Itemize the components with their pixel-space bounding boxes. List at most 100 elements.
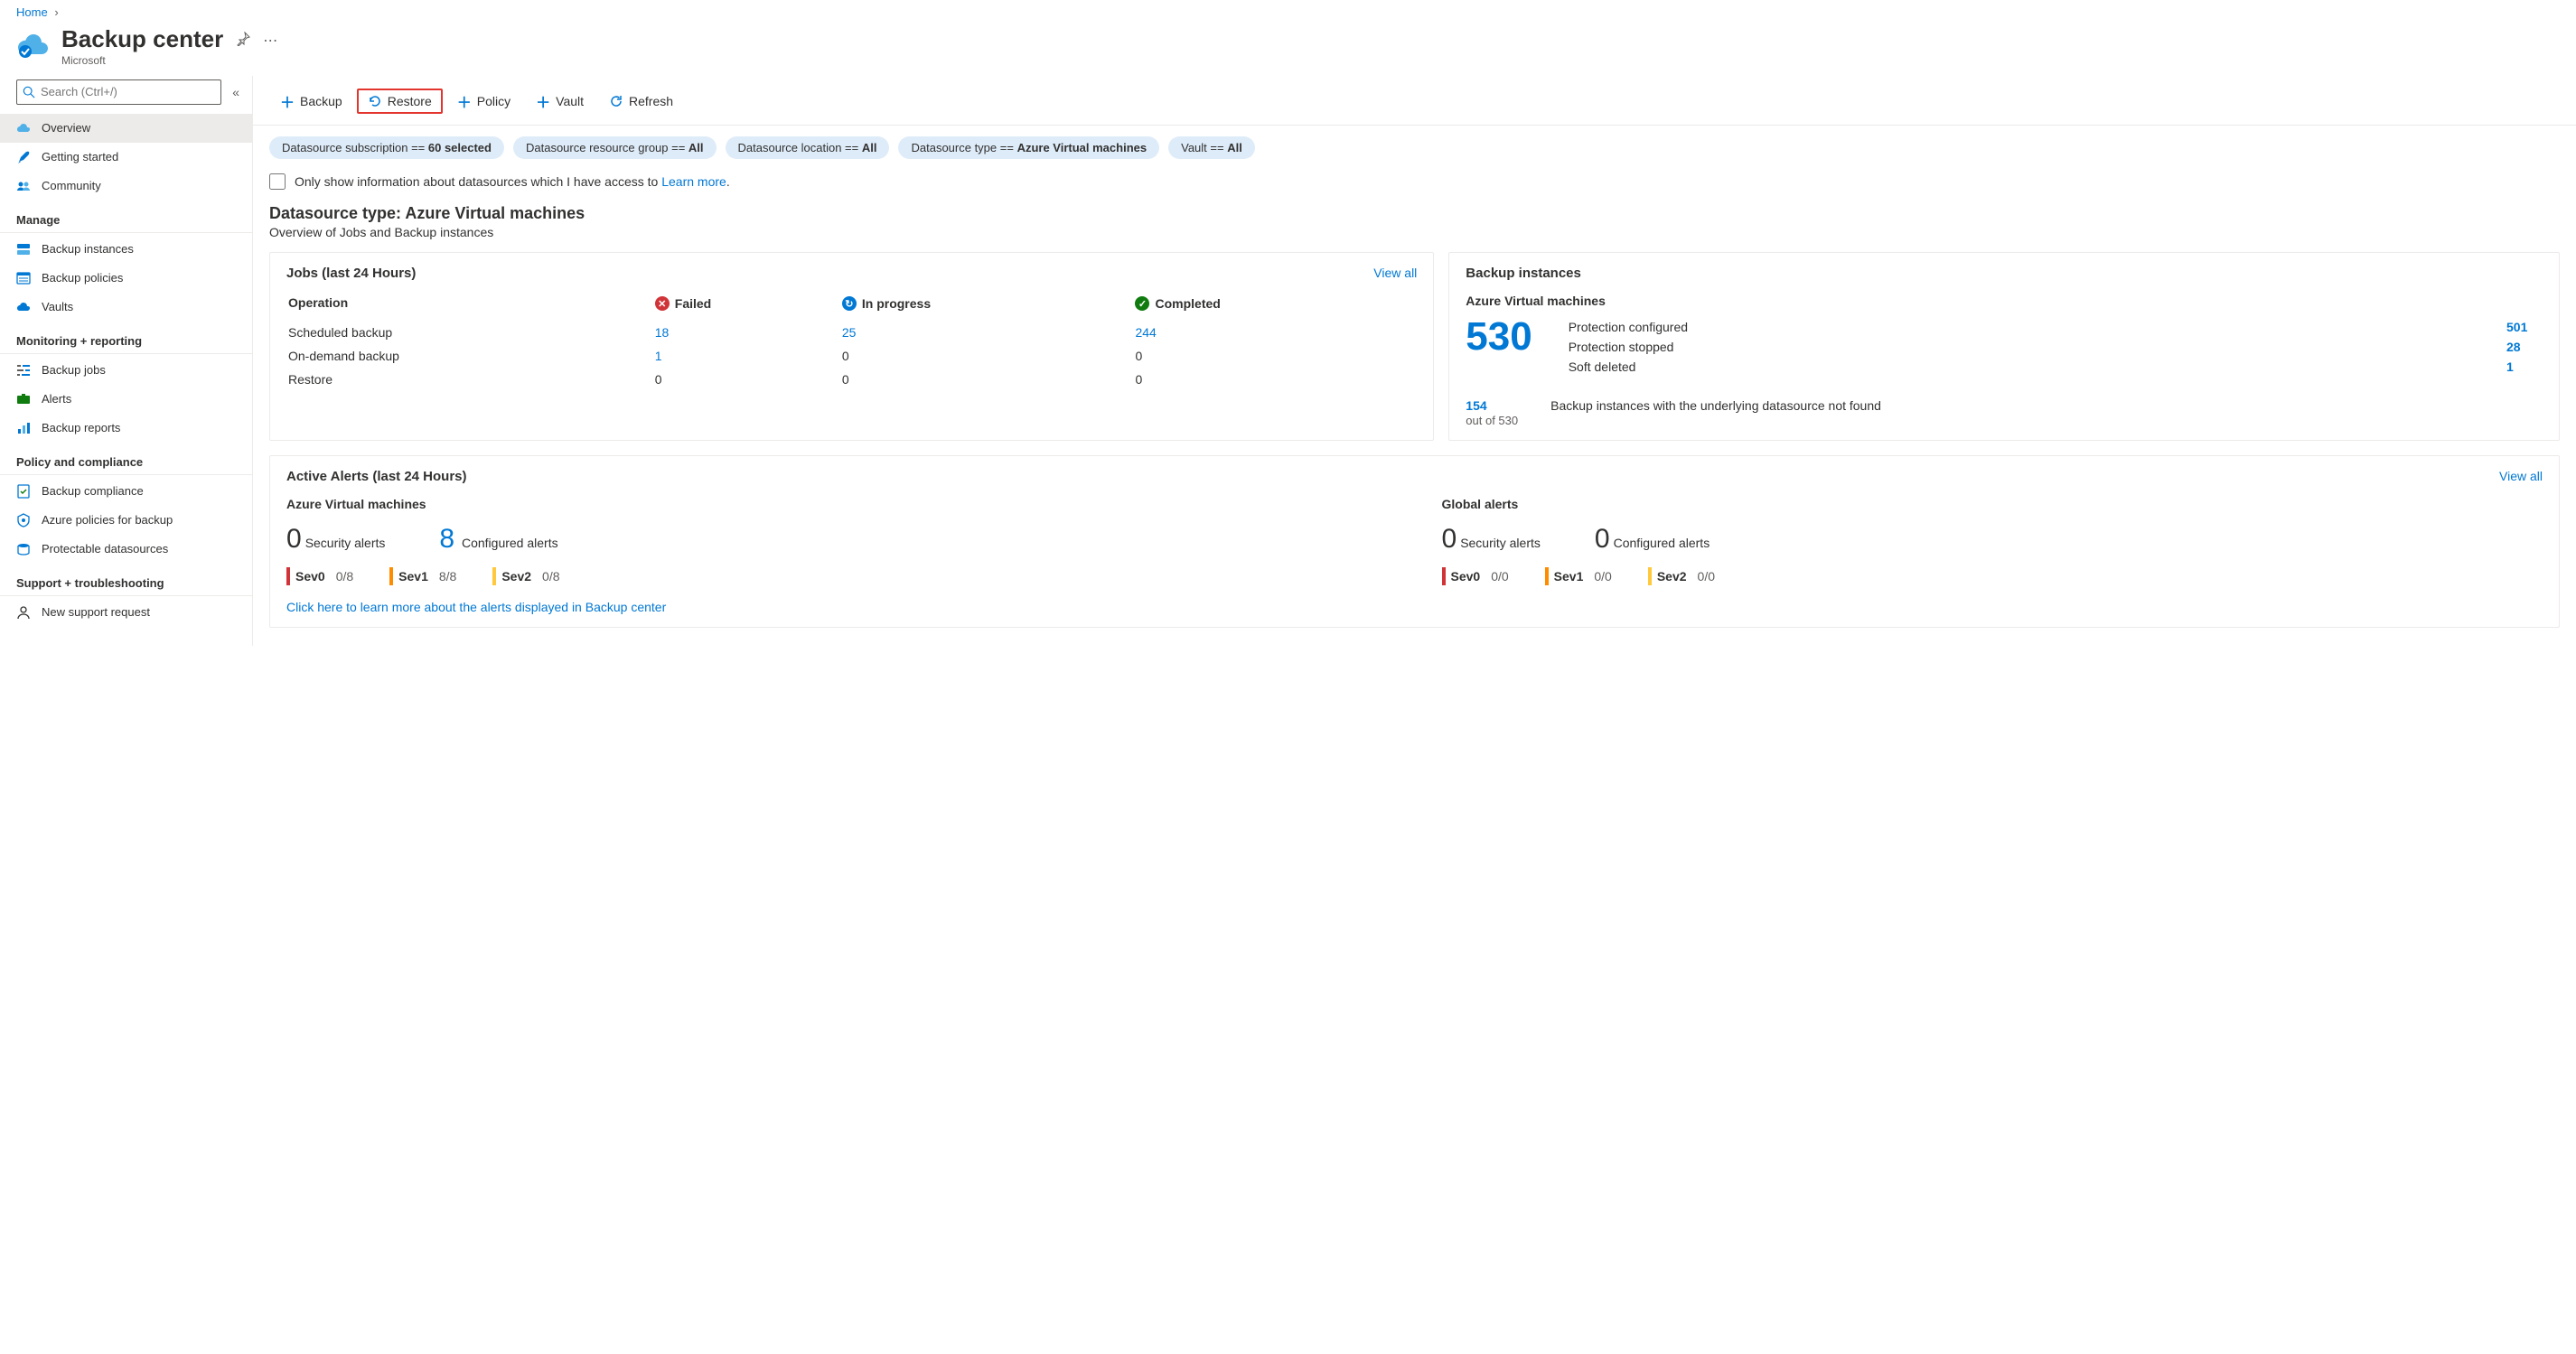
jobs-inprog-link[interactable]: 25 [842, 325, 857, 340]
configured-alerts-link[interactable]: 8 [439, 524, 454, 554]
refresh-button[interactable]: Refresh [598, 89, 684, 114]
sev0-bar-icon [1442, 567, 1446, 585]
sev2-bar-icon [1648, 567, 1652, 585]
table-row: Restore 0 0 0 [288, 369, 1415, 390]
sidebar-item-backup-reports[interactable]: Backup reports [0, 414, 252, 443]
sidebar-item-label: Azure policies for backup [42, 513, 173, 527]
in-progress-icon: ↻ [842, 296, 857, 311]
jobs-failed-link[interactable]: 18 [655, 325, 670, 340]
sidebar-item-getting-started[interactable]: Getting started [0, 143, 252, 172]
filter-resource-group[interactable]: Datasource resource group == All [513, 136, 717, 159]
sidebar-item-vaults[interactable]: Vaults [0, 293, 252, 322]
azure-policy-icon [16, 513, 31, 528]
restore-icon [368, 94, 382, 108]
vault-icon [16, 300, 31, 314]
sev0-badge: Sev00/8 [286, 567, 353, 585]
sidebar-item-alerts[interactable]: Alerts [0, 385, 252, 414]
sidebar-item-azure-policies[interactable]: Azure policies for backup [0, 506, 252, 535]
datasources-icon [16, 542, 31, 556]
sidebar-item-overview[interactable]: Overview [0, 114, 252, 143]
failed-icon: ✕ [655, 296, 670, 311]
section-subtitle: Overview of Jobs and Backup instances [253, 225, 2576, 252]
backup-instances-card: Backup instances Azure Virtual machines … [1448, 252, 2560, 441]
vault-button[interactable]: ＋Vault [525, 85, 595, 117]
sev0-bar-icon [286, 567, 290, 585]
pin-icon[interactable] [236, 32, 250, 50]
sev2-bar-icon [492, 567, 496, 585]
sidebar-item-label: Backup policies [42, 271, 123, 285]
community-icon [16, 179, 31, 193]
table-row: On-demand backup 1 0 0 [288, 345, 1415, 367]
sidebar-item-community[interactable]: Community [0, 172, 252, 201]
alerts-avm-column: Azure Virtual machines 0Security alerts … [286, 497, 1388, 585]
more-icon[interactable]: ⋯ [263, 32, 277, 50]
sidebar-item-label: New support request [42, 605, 150, 619]
sidebar-item-backup-instances[interactable]: Backup instances [0, 235, 252, 264]
page-title: Backup center [61, 26, 223, 52]
policies-icon [16, 271, 31, 285]
bi-notfound-text: Backup instances with the underlying dat… [1550, 398, 2543, 427]
filter-location[interactable]: Datasource location == All [726, 136, 890, 159]
sidebar-item-label: Backup instances [42, 242, 134, 256]
sev1-bar-icon [389, 567, 393, 585]
sidebar-item-label: Community [42, 179, 101, 192]
sidebar-item-label: Backup reports [42, 421, 120, 434]
jobs-view-all-link[interactable]: View all [1373, 266, 1417, 280]
sev2-badge: Sev20/8 [492, 567, 559, 585]
jobs-comp-link[interactable]: 244 [1135, 325, 1156, 340]
jobs-card-title: Jobs (last 24 Hours) [286, 266, 416, 281]
access-checkbox-label: Only show information about datasources … [295, 174, 730, 189]
bi-notfound-link[interactable]: 154 [1466, 398, 1486, 413]
plus-icon: ＋ [280, 90, 295, 112]
bi-softdeleted-link[interactable]: 1 [2506, 360, 2543, 374]
collapse-sidebar-icon[interactable]: « [229, 81, 243, 103]
sidebar-section-manage: Manage [0, 201, 252, 233]
rocket-icon [16, 150, 31, 164]
alerts-learn-more-link[interactable]: Click here to learn more about the alert… [286, 600, 2543, 614]
jobs-failed-link[interactable]: 1 [655, 349, 662, 363]
sidebar-item-label: Protectable datasources [42, 542, 168, 556]
alerts-global-column: Global alerts 0Security alerts 0Configur… [1442, 497, 2543, 585]
backup-center-icon [16, 26, 49, 59]
cloud-icon [16, 121, 31, 135]
sidebar-item-backup-policies[interactable]: Backup policies [0, 264, 252, 293]
sidebar-item-label: Backup jobs [42, 363, 106, 377]
sidebar-section-monitoring: Monitoring + reporting [0, 322, 252, 354]
filter-bar: Datasource subscription == 60 selected D… [253, 126, 2576, 170]
alerts-view-all-link[interactable]: View all [2499, 469, 2543, 483]
filter-vault[interactable]: Vault == All [1168, 136, 1255, 159]
toolbar: ＋Backup Restore ＋Policy ＋Vault Refresh [253, 76, 2576, 126]
sidebar-item-backup-jobs[interactable]: Backup jobs [0, 356, 252, 385]
bi-stopped-link[interactable]: 28 [2506, 340, 2543, 354]
breadcrumb-home[interactable]: Home [16, 5, 48, 19]
backup-button[interactable]: ＋Backup [269, 85, 353, 117]
sidebar-section-support: Support + troubleshooting [0, 564, 252, 596]
bi-card-title: Backup instances [1466, 266, 1581, 281]
sidebar-item-new-support-request[interactable]: New support request [0, 598, 252, 627]
filter-type[interactable]: Datasource type == Azure Virtual machine… [898, 136, 1159, 159]
policy-button[interactable]: ＋Policy [446, 85, 521, 117]
search-input[interactable] [16, 79, 221, 105]
learn-more-link[interactable]: Learn more [661, 174, 726, 189]
bi-subtitle: Azure Virtual machines [1466, 294, 2543, 308]
page-header: Backup center Microsoft ⋯ [0, 23, 2576, 76]
breadcrumb: Home › [0, 0, 2576, 23]
completed-icon: ✓ [1135, 296, 1149, 311]
alerts-card-title: Active Alerts (last 24 Hours) [286, 469, 467, 484]
filter-subscription[interactable]: Datasource subscription == 60 selected [269, 136, 504, 159]
sidebar-section-policy: Policy and compliance [0, 443, 252, 475]
restore-button[interactable]: Restore [357, 89, 443, 114]
sidebar-item-protectable-datasources[interactable]: Protectable datasources [0, 535, 252, 564]
sev1-ratio-link[interactable]: 8/8 [439, 569, 456, 584]
access-checkbox-row: Only show information about datasources … [253, 170, 2576, 199]
bi-configured-link[interactable]: 501 [2506, 320, 2543, 334]
bi-total[interactable]: 530 [1466, 314, 1532, 359]
access-checkbox[interactable] [269, 173, 286, 190]
sidebar-item-label: Overview [42, 121, 90, 135]
search-icon [23, 86, 35, 98]
sev2-badge: Sev20/0 [1648, 567, 1715, 585]
jobs-card: Jobs (last 24 Hours) View all Operation … [269, 252, 1434, 441]
sidebar-item-backup-compliance[interactable]: Backup compliance [0, 477, 252, 506]
main-content: ＋Backup Restore ＋Policy ＋Vault Refresh D… [253, 76, 2576, 646]
alerts-card: Active Alerts (last 24 Hours) View all A… [269, 455, 2560, 628]
